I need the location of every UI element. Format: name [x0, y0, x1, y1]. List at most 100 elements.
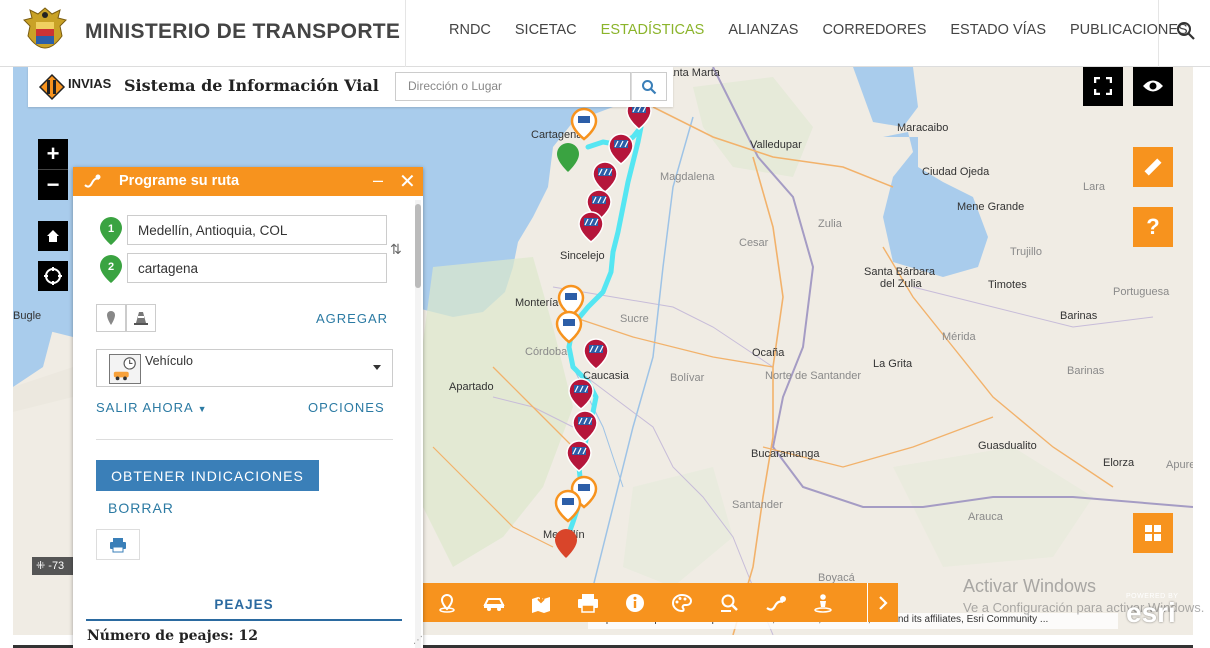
traffic-cone-icon: [134, 312, 148, 325]
toll-count: Número de peajes: 12: [87, 628, 259, 644]
invias-logo-text: INVIAS: [68, 76, 112, 91]
home-button[interactable]: [38, 221, 68, 251]
depart-now-dropdown[interactable]: SALIR AHORA ▼: [96, 400, 208, 415]
vehicle-label: Vehículo: [145, 354, 193, 368]
brand[interactable]: MINISTERIO DE TRANSPORTE: [22, 6, 400, 58]
clear-button[interactable]: BORRAR: [108, 500, 174, 516]
destination-pin-icon[interactable]: [557, 143, 579, 172]
toll-marker[interactable]: [566, 440, 592, 472]
zoom-in-button[interactable]: +: [38, 139, 68, 169]
svg-text:2: 2: [108, 261, 114, 273]
panel-divider: [96, 439, 393, 440]
origin-input[interactable]: Medellín, Antioquia, COL: [127, 215, 387, 245]
esri-wordmark: esri: [1126, 597, 1176, 628]
toll-marker[interactable]: [568, 378, 594, 410]
minimize-icon[interactable]: –: [373, 170, 385, 191]
origin-pin-icon[interactable]: [555, 529, 577, 558]
toll-marker[interactable]: [570, 107, 598, 141]
home-icon: [47, 230, 59, 242]
visibility-button[interactable]: [1133, 66, 1173, 106]
toolbar-layers-button[interactable]: [517, 583, 564, 622]
toolbar-person-button[interactable]: [799, 583, 846, 622]
route-icon: [765, 595, 786, 611]
coordinates-value: -73: [48, 560, 65, 572]
map-toolbar: [423, 583, 898, 622]
route-panel-title: Programe su ruta: [119, 173, 240, 189]
route-panel-header[interactable]: Programe su ruta – ✕: [73, 167, 423, 196]
map-layers-icon: [531, 593, 550, 613]
fullscreen-button[interactable]: [1083, 66, 1123, 106]
toolbar-location-button[interactable]: [423, 583, 470, 622]
locate-button[interactable]: [38, 261, 68, 291]
page-title: Sistema de Información Vial: [124, 76, 379, 95]
nav-item-corredores[interactable]: CORREDORES: [810, 22, 938, 38]
car-clock-icon: [109, 354, 141, 384]
car-icon: [482, 597, 505, 611]
palette-icon: [671, 593, 692, 612]
grid-icon: [1145, 525, 1161, 541]
svg-text:1: 1: [108, 223, 114, 235]
toolbar-traffic-button[interactable]: [470, 583, 517, 622]
chevron-right-icon: [879, 595, 888, 610]
depart-now-label: SALIR AHORA: [96, 400, 193, 415]
options-button[interactable]: OPCIONES: [308, 400, 385, 415]
person-pin-icon: [813, 593, 832, 613]
nav-item-estado-vías[interactable]: ESTADO VÍAS: [938, 22, 1058, 38]
crosshair-icon: [44, 267, 62, 285]
nav-item-estadísticas[interactable]: ESTADÍSTICAS: [589, 22, 717, 38]
zoom-out-button[interactable]: −: [38, 170, 68, 200]
map-pin-icon: [107, 311, 115, 325]
nav-item-rndc[interactable]: RNDC: [437, 22, 503, 38]
stop-1-pin-icon: 1: [100, 217, 122, 245]
add-barrier-button[interactable]: [126, 304, 156, 332]
toll-marker[interactable]: [578, 211, 604, 243]
chevron-down-icon: [373, 365, 381, 370]
print-button[interactable]: [96, 529, 140, 560]
toolbar-info-button[interactable]: [611, 583, 658, 622]
toll-marker[interactable]: [555, 310, 583, 344]
nav-divider: [1158, 0, 1159, 67]
nav-item-alianzas[interactable]: ALIANZAS: [716, 22, 810, 38]
panel-scrollbar[interactable]: [415, 200, 421, 648]
search-icon[interactable]: [1175, 20, 1197, 42]
toll-marker[interactable]: [608, 133, 634, 165]
scrollbar-thumb[interactable]: [415, 204, 421, 288]
toll-marker[interactable]: [554, 489, 582, 523]
help-button[interactable]: ?: [1133, 207, 1173, 247]
coordinates-readout: ⁜ -73: [32, 557, 74, 575]
toll-marker[interactable]: [583, 338, 609, 370]
address-search-button[interactable]: [631, 72, 667, 101]
caret-down-icon: ▼: [197, 404, 208, 414]
toolbar-route-button[interactable]: [752, 583, 799, 622]
add-stop-button[interactable]: AGREGAR: [316, 311, 388, 326]
toll-marker[interactable]: [572, 410, 598, 442]
toll-marker[interactable]: [592, 161, 618, 193]
toolbar-print-button[interactable]: [564, 583, 611, 622]
question-icon: ?: [1146, 214, 1160, 239]
toolbar-palette-button[interactable]: [658, 583, 705, 622]
main-menu: RNDC SICETAC ESTADÍSTICAS ALIANZAS CORREDORE…: [437, 22, 1200, 38]
toolbar-next-button[interactable]: [867, 583, 898, 622]
esri-logo[interactable]: POWERED BY esri: [1126, 593, 1178, 628]
toolbar-search-button[interactable]: [705, 583, 752, 622]
close-icon[interactable]: ✕: [399, 169, 416, 194]
basemap-gallery-button[interactable]: [1133, 513, 1173, 553]
route-icon: [84, 174, 101, 188]
fullscreen-icon: [1094, 77, 1112, 95]
stop-2-pin-icon: 2: [100, 255, 122, 283]
swap-icon[interactable]: ⇅: [390, 241, 402, 258]
destination-input[interactable]: cartagena: [127, 253, 387, 283]
nav-item-sicetac[interactable]: SICETAC: [503, 22, 589, 38]
measure-button[interactable]: [1133, 147, 1173, 187]
route-panel: Programe su ruta – ✕ 1 Medellín, Antioqu…: [73, 167, 423, 648]
resize-grip-icon[interactable]: ⋰: [413, 635, 423, 646]
sig-header: INVIAS Sistema de Información Vial Direc…: [28, 67, 673, 107]
add-point-button[interactable]: [96, 304, 126, 332]
crosshair-small-icon: ⁜: [36, 560, 49, 572]
address-search-input[interactable]: Dirección o Lugar: [395, 72, 631, 101]
vehicle-select[interactable]: Vehículo: [96, 349, 393, 387]
tab-peajes[interactable]: PEAJES: [86, 597, 402, 621]
app-root: MINISTERIO DE TRANSPORTE RNDC SICETAC ESTA…: [0, 0, 1210, 648]
get-directions-button[interactable]: OBTENER INDICACIONES: [96, 460, 319, 491]
search-doc-icon: [720, 594, 738, 612]
